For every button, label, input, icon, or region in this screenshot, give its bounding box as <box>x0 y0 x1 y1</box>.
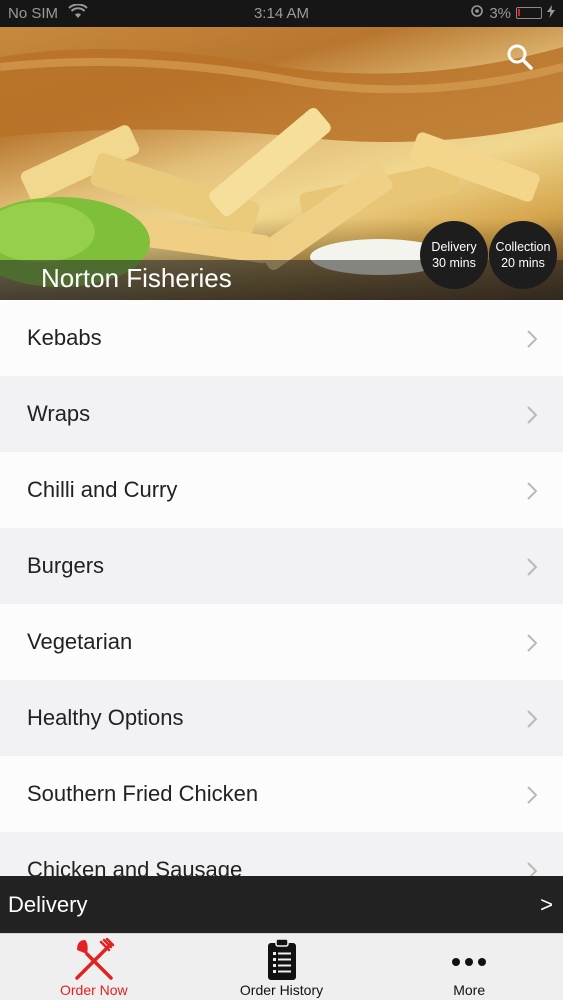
delivery-mode-arrow: > <box>540 892 553 917</box>
restaurant-header: Norton Fisheries Delivery 30 mins Collec… <box>0 27 563 300</box>
status-right: 3% <box>470 4 555 22</box>
menu-item-label: Burgers <box>27 553 105 578</box>
tab-more[interactable]: More <box>375 934 563 1000</box>
delivery-mode-bar[interactable]: Delivery > <box>0 876 563 933</box>
delivery-time-badge: Delivery 30 mins <box>420 221 488 289</box>
tab-label: More <box>453 982 486 998</box>
collection-badge-label: Collection <box>495 240 551 254</box>
delivery-mode-label: Delivery <box>8 892 88 917</box>
menu-item-chilli-and-curry[interactable]: Chilli and Curry <box>0 452 563 528</box>
menu-item-southern-fried-chicken[interactable]: Southern Fried Chicken <box>0 756 563 832</box>
fork-knife-icon <box>75 938 115 980</box>
menu-item-label: Healthy Options <box>27 705 184 730</box>
collection-badge-time: 20 mins <box>501 256 545 270</box>
battery-percent: 3% <box>489 4 511 22</box>
menu-item-label: Wraps <box>27 401 91 426</box>
tab-order-history[interactable]: Order History <box>188 934 376 1000</box>
chevron-right-icon <box>527 330 537 348</box>
status-bar: No SIM 3:14 AM 3% <box>0 0 563 27</box>
menu-item-label: Southern Fried Chicken <box>27 781 259 806</box>
chevron-right-icon <box>527 786 537 804</box>
menu-item-kebabs[interactable]: Kebabs <box>0 300 563 376</box>
chevron-right-icon <box>527 634 537 652</box>
menu-item-label: Chicken and Sausage <box>27 857 243 876</box>
orientation-lock-icon <box>470 4 484 22</box>
battery-icon <box>516 7 542 19</box>
tab-order-now[interactable]: Order Now <box>0 934 188 1000</box>
delivery-badge-label: Delivery <box>431 240 477 254</box>
chevron-right-icon <box>527 406 537 424</box>
chevron-right-icon <box>527 710 537 728</box>
restaurant-name: Norton Fisheries <box>41 263 232 293</box>
menu-item-burgers[interactable]: Burgers <box>0 528 563 604</box>
tab-label: Order Now <box>59 982 128 998</box>
search-icon[interactable] <box>505 42 535 72</box>
tab-label: Order History <box>239 982 324 998</box>
menu-item-vegetarian[interactable]: Vegetarian <box>0 604 563 680</box>
menu-item-label: Kebabs <box>27 325 102 350</box>
menu-item-label: Vegetarian <box>27 629 133 654</box>
more-dots-icon <box>452 958 487 966</box>
clipboard-list-icon <box>267 938 296 980</box>
menu-item-label: Chilli and Curry <box>27 477 178 502</box>
chevron-right-icon <box>527 862 537 876</box>
bottom-tab-bar: Order Now Order History More <box>0 933 563 1000</box>
charging-icon <box>547 4 555 22</box>
menu-item-chicken-and-sausage[interactable]: Chicken and Sausage <box>0 832 563 876</box>
delivery-badge-time: 30 mins <box>432 256 476 270</box>
chevron-right-icon <box>527 482 537 500</box>
menu-item-wraps[interactable]: Wraps <box>0 376 563 452</box>
menu-item-healthy-options[interactable]: Healthy Options <box>0 680 563 756</box>
chevron-right-icon <box>527 558 537 576</box>
menu-category-list[interactable]: Kebabs Wraps Chilli and Curry Burgers Ve… <box>0 300 563 876</box>
collection-time-badge: Collection 20 mins <box>489 221 557 289</box>
